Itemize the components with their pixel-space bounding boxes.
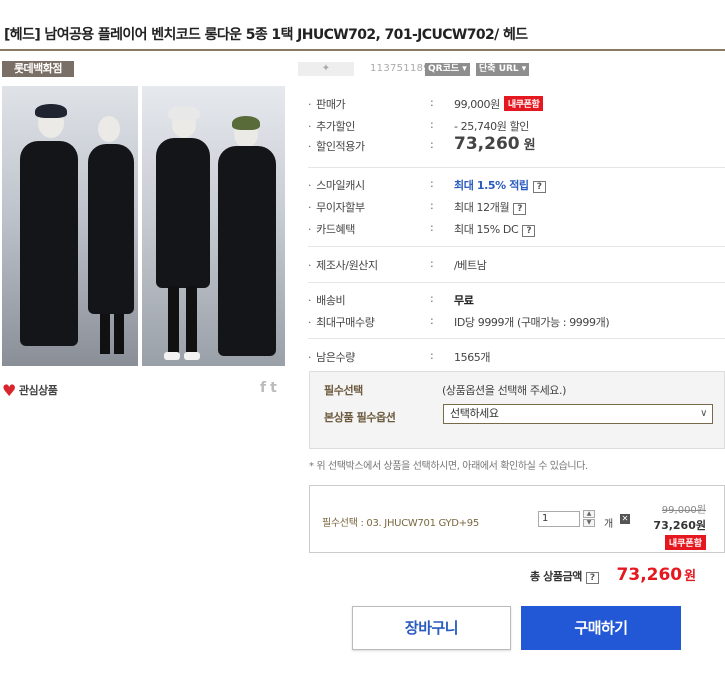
share-buttons: ft: [256, 380, 277, 396]
selected-item-label: 필수선택 : 03. JHUCW701 GYD+95: [322, 518, 479, 529]
quantity-stepper[interactable]: ▲ ▼: [583, 510, 595, 528]
sale-price: 73,260원: [653, 519, 706, 532]
store-badge[interactable]: 롯데백화점: [2, 61, 74, 77]
wishlist-label: 관심상품: [18, 384, 58, 397]
increment-button[interactable]: ▲: [583, 510, 595, 518]
selection-note: * 위 선택박스에서 상품을 선택하시면, 아래에서 확인하실 수 있습니다.: [309, 461, 588, 472]
help-icon[interactable]: ?: [513, 203, 527, 215]
title-divider: [0, 49, 725, 51]
original-price: 99,000원: [661, 505, 706, 516]
add-to-cart-button[interactable]: 장바구니: [352, 606, 511, 650]
option-select[interactable]: 선택하세요 ∨: [443, 404, 713, 424]
quantity-unit: 개: [604, 519, 614, 530]
quantity-input[interactable]: 1: [538, 511, 580, 527]
selected-item: 필수선택 : 03. JHUCW701 GYD+95 1 ▲ ▼ 개 ✕ 99,…: [309, 485, 725, 553]
product-code-bar: ✦ 1137511893 QR코드 ▾ 단축 URL ▾: [298, 62, 725, 78]
help-icon[interactable]: ?: [532, 181, 546, 193]
required-hint: (상품옵션을 선택해 주세요.): [442, 384, 566, 397]
chevron-down-icon: ∨: [700, 408, 707, 419]
product-photo-right: [142, 86, 285, 366]
qr-code-button[interactable]: QR코드 ▾: [425, 63, 470, 76]
puzzle-icon: ✦: [298, 62, 354, 76]
coupon-tag[interactable]: 내쿠폰함: [664, 535, 706, 550]
total-value: 73,260: [616, 565, 683, 585]
product-photo-left: [2, 86, 138, 366]
main-option-label: 본상품 필수옵션: [324, 411, 396, 424]
help-icon[interactable]: ?: [586, 572, 600, 584]
total-price: 총 상품금액? 73,260 원: [530, 565, 697, 585]
decrement-button[interactable]: ▼: [583, 519, 595, 527]
product-image[interactable]: [2, 86, 285, 366]
heart-icon: ♥: [2, 381, 16, 400]
twitter-icon[interactable]: t: [270, 380, 277, 396]
required-label: 필수선택: [324, 384, 363, 397]
facebook-icon[interactable]: f: [260, 380, 266, 396]
wishlist-button[interactable]: ♥ 관심상품: [2, 381, 58, 400]
coupon-tag[interactable]: 내쿠폰함: [503, 96, 544, 111]
option-selector: 필수선택 (상품옵션을 선택해 주세요.) 본상품 필수옵션 선택하세요 ∨: [309, 371, 725, 449]
remove-item-button[interactable]: ✕: [620, 514, 630, 524]
short-url-button[interactable]: 단축 URL ▾: [476, 63, 530, 76]
product-title: [헤드] 남여공용 플레이어 벤치코드 롱다운 5종 1택 JHUCW702, …: [4, 27, 528, 43]
total-label: 총 상품금액: [530, 570, 583, 583]
selected-item-price: 99,000원 73,260원 내쿠폰함: [653, 501, 706, 550]
help-icon[interactable]: ?: [522, 225, 536, 237]
buy-now-button[interactable]: 구매하기: [521, 606, 681, 650]
